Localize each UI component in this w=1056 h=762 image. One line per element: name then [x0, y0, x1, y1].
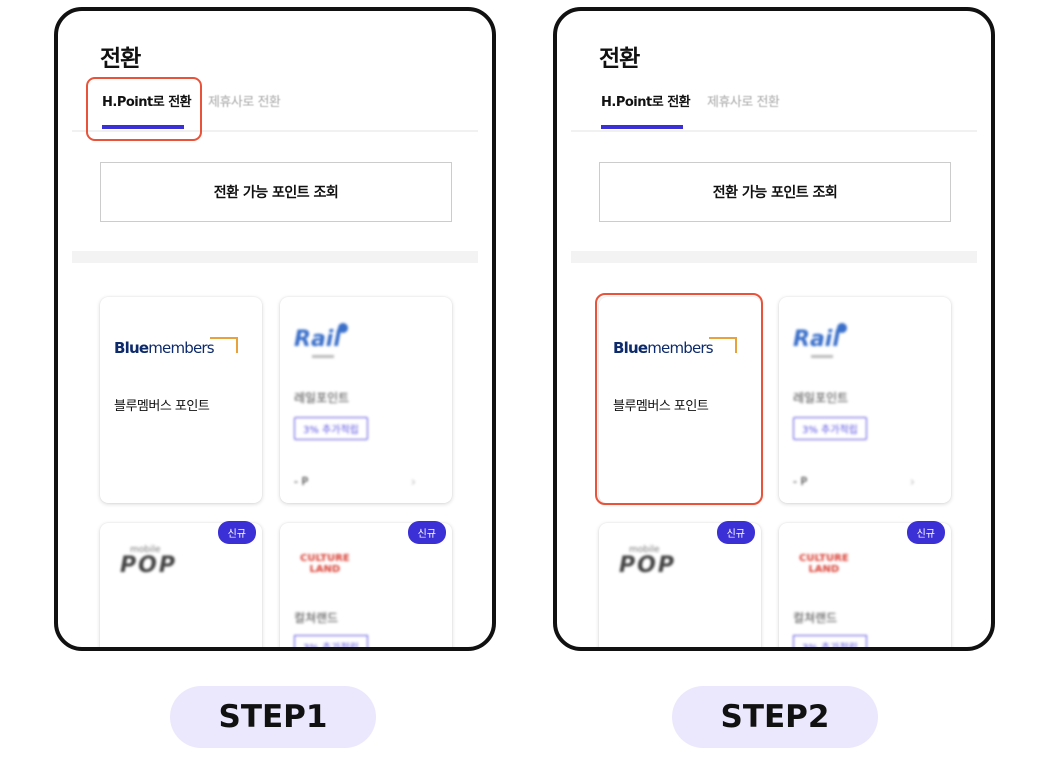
- chevron-right-icon: ›: [410, 475, 416, 490]
- rail-logo: Rail: [793, 327, 840, 352]
- page-title: 전환: [100, 46, 141, 72]
- bonus-badge: 3% 추가적립: [793, 635, 867, 647]
- tab-highlight-box: [86, 77, 202, 141]
- card-highlight-box: [595, 293, 763, 505]
- page-title: 전환: [599, 46, 640, 72]
- step1-label: STEP1: [170, 686, 376, 748]
- point-amount: - P: [294, 475, 309, 488]
- bonus-badge: 3% 추가적립: [793, 417, 867, 440]
- active-tab-indicator: [601, 125, 683, 129]
- bluemembers-logo: Bluemembers: [114, 337, 238, 357]
- new-badge: 신규: [407, 521, 446, 544]
- cultureland-logo: CULTURE LAND: [799, 553, 849, 575]
- lookup-points-button[interactable]: 전환 가능 포인트 조회: [599, 162, 951, 222]
- rail-logo-dot: [837, 323, 847, 333]
- card-name: 컬쳐랜드: [294, 611, 339, 625]
- tab-partner-conversion[interactable]: 제휴사로 전환: [707, 91, 780, 110]
- card-name: 레일포인트: [294, 391, 350, 405]
- card-name: 블루멤버스 포인트: [114, 399, 210, 414]
- rail-logo-dot: [338, 323, 348, 333]
- new-badge: 신규: [906, 521, 945, 544]
- section-divider: [571, 251, 977, 263]
- cultureland-card[interactable]: 신규 CULTURE LAND 컬쳐랜드 3% 추가적립: [280, 521, 452, 647]
- new-badge: 신규: [716, 521, 755, 544]
- tab-divider: [571, 130, 977, 132]
- tab-hpoint-conversion[interactable]: H.Point로 전환: [601, 91, 691, 110]
- rail-logo-sub: [312, 355, 334, 358]
- rail-card[interactable]: Rail 레일포인트 3% 추가적립 - P ›: [280, 297, 452, 503]
- section-divider: [72, 251, 478, 263]
- cultureland-logo: CULTURE LAND: [300, 553, 350, 575]
- pop-logo: POP: [619, 553, 676, 578]
- step2-label: STEP2: [672, 686, 878, 748]
- new-badge: 신규: [217, 521, 256, 544]
- card-name: 컬쳐랜드: [793, 611, 838, 625]
- rail-logo-sub: [811, 355, 833, 358]
- phone-screen-step2: 전환 H.Point로 전환 제휴사로 전환 전환 가능 포인트 조회 Blue…: [553, 7, 995, 651]
- bonus-badge: 3% 추가적립: [294, 417, 368, 440]
- bonus-badge: 3% 추가적립: [294, 635, 368, 647]
- pop-logo: POP: [120, 553, 177, 578]
- card-name: 레일포인트: [793, 391, 849, 405]
- chevron-right-icon: ›: [909, 475, 915, 490]
- bluemembers-card[interactable]: Bluemembers 블루멤버스 포인트: [100, 297, 262, 503]
- lookup-points-button[interactable]: 전환 가능 포인트 조회: [100, 162, 452, 222]
- phone-screen-step1: 전환 H.Point로 전환 제휴사로 전환 전환 가능 포인트 조회 Blue…: [54, 7, 496, 651]
- tab-partner-conversion[interactable]: 제휴사로 전환: [208, 91, 281, 110]
- point-amount: - P: [793, 475, 808, 488]
- rail-logo: Rail: [294, 327, 341, 352]
- rail-card[interactable]: Rail 레일포인트 3% 추가적립 - P ›: [779, 297, 951, 503]
- mobile-pop-card[interactable]: 신규 mobile POP: [599, 521, 761, 647]
- mobile-pop-card[interactable]: 신규 mobile POP: [100, 521, 262, 647]
- cultureland-card[interactable]: 신규 CULTURE LAND 컬쳐랜드 3% 추가적립: [779, 521, 951, 647]
